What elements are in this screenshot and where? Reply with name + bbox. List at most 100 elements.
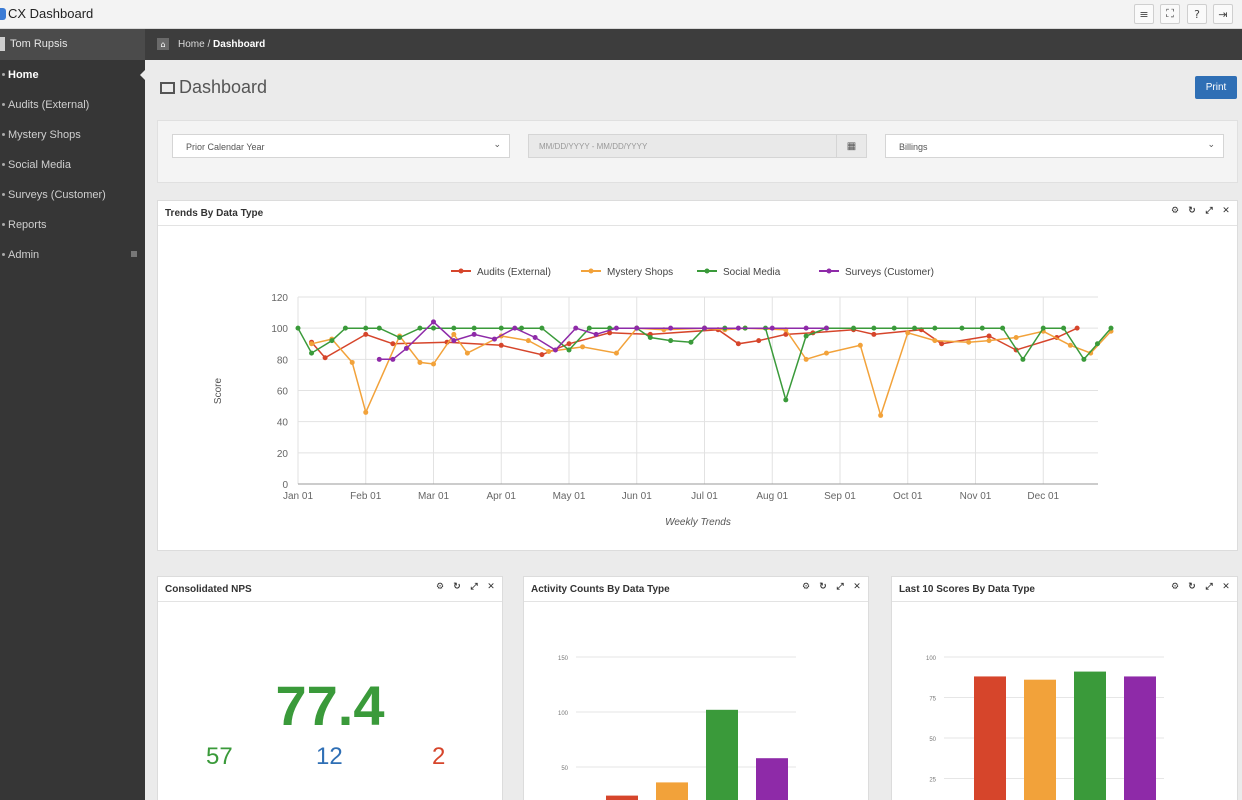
chevron-down-icon: ⌄ [493, 140, 501, 150]
calendar-icon[interactable]: ▦ [836, 135, 866, 157]
data-point [586, 325, 592, 331]
sidebar-item-label: Social Media [8, 159, 71, 171]
panel-header: Consolidated NPS ⚙ ↻ ⤢ ✕ [158, 577, 502, 602]
date-range-input[interactable]: MM/DD/YYYY - MM/DD/YYYY ▦ [528, 134, 867, 158]
expand-icon[interactable]: ⤢ [835, 582, 845, 594]
last10-panel: Last 10 Scores By Data Type ⚙ ↻ ⤢ ✕ 25 50… [891, 576, 1238, 800]
sidebar-item-surveys[interactable]: Surveys (Customer) [0, 180, 145, 210]
legend-marker [458, 268, 464, 274]
y-tick-label: 50 [929, 737, 936, 743]
menu-icon[interactable]: ≡ [1134, 4, 1154, 24]
refresh-icon[interactable]: ↻ [1187, 206, 1197, 218]
print-button[interactable]: Print [1195, 76, 1237, 99]
legend-label: Social Media [723, 267, 781, 278]
app-icon [0, 8, 6, 20]
data-point [363, 325, 369, 331]
breadcrumb-home-link[interactable]: Home [178, 39, 205, 50]
bar [656, 782, 688, 800]
home-icon[interactable]: ⌂ [157, 38, 169, 50]
data-point [1020, 356, 1026, 362]
bullet-icon [2, 103, 5, 106]
data-point [403, 345, 409, 351]
sidebar-item-reports[interactable]: Reports [0, 210, 145, 240]
nps-score: 77.4 [275, 674, 385, 737]
y-tick-label: 150 [558, 656, 569, 662]
breadcrumb-separator: / [204, 39, 214, 50]
breadcrumb-bar: ⌂ Home / Dashboard [145, 29, 1242, 60]
x-tick-label: May 01 [553, 491, 586, 502]
data-point [857, 342, 863, 348]
refresh-icon[interactable]: ↻ [818, 582, 828, 594]
data-point [451, 338, 457, 344]
location-select-value: Billings [899, 142, 928, 152]
sidebar-item-social-media[interactable]: Social Media [0, 150, 145, 180]
chevron-down-icon: ⌄ [1207, 140, 1215, 150]
refresh-icon[interactable]: ↻ [1187, 582, 1197, 594]
data-point [546, 349, 552, 355]
panel-header: Activity Counts By Data Type ⚙ ↻ ⤢ ✕ [524, 577, 868, 602]
sidebar-item-label: Surveys (Customer) [8, 189, 106, 201]
y-tick-label: 0 [282, 480, 288, 491]
data-point [397, 335, 403, 341]
refresh-icon[interactable]: ↻ [452, 582, 462, 594]
y-tick-label: 120 [271, 293, 288, 304]
x-axis-label: Weekly Trends [665, 517, 731, 528]
data-point [939, 341, 945, 347]
data-point [309, 341, 315, 347]
panel-tools: ⚙ ↻ ⤢ ✕ [1170, 582, 1231, 594]
expand-icon[interactable]: ⤢ [1204, 582, 1214, 594]
settings-icon[interactable]: ⚙ [435, 582, 445, 594]
legend-marker [826, 268, 832, 274]
close-icon[interactable]: ✕ [1221, 206, 1231, 218]
data-point [668, 325, 674, 331]
data-point [783, 397, 789, 403]
data-point [1081, 356, 1087, 362]
bullet-icon [2, 133, 5, 136]
bar [1074, 671, 1106, 800]
passives-count: 12 [316, 743, 343, 770]
data-point [566, 341, 572, 347]
settings-icon[interactable]: ⚙ [801, 582, 811, 594]
data-point [634, 325, 640, 331]
location-select[interactable]: Billings ⌄ [885, 134, 1224, 158]
data-point [878, 412, 884, 418]
data-point [986, 338, 992, 344]
close-icon[interactable]: ✕ [852, 582, 862, 594]
panel-tools: ⚙ ↻ ⤢ ✕ [435, 582, 496, 594]
bullet-icon [2, 73, 5, 76]
data-point [756, 338, 762, 344]
page-title: Dashboard [160, 77, 267, 98]
sidebar-item-admin[interactable]: Admin [0, 240, 145, 270]
sidebar-user[interactable]: Tom Rupsis [0, 29, 145, 60]
panel-tools: ⚙ ↻ ⤢ ✕ [801, 582, 862, 594]
settings-icon[interactable]: ⚙ [1170, 206, 1180, 218]
y-tick-label: 20 [277, 449, 289, 460]
x-tick-label: Jul 01 [691, 491, 718, 502]
data-point [512, 325, 518, 331]
nps-panel: Consolidated NPS ⚙ ↻ ⤢ ✕ 77.4 57 12 2 [157, 576, 503, 800]
expand-icon[interactable]: ⤢ [1204, 206, 1214, 218]
panel-title: Last 10 Scores By Data Type [899, 584, 1035, 595]
close-icon[interactable]: ✕ [1221, 582, 1231, 594]
data-point [417, 325, 423, 331]
settings-icon[interactable]: ⚙ [1170, 582, 1180, 594]
data-point [871, 331, 877, 337]
close-icon[interactable]: ✕ [486, 582, 496, 594]
sidebar: Tom Rupsis Home Audits (External) Myster… [0, 29, 146, 800]
fullscreen-icon[interactable]: ⛶ [1160, 4, 1180, 24]
data-point [431, 361, 436, 367]
sidebar-item-audits[interactable]: Audits (External) [0, 90, 145, 120]
period-select[interactable]: Prior Calendar Year ⌄ [172, 134, 510, 158]
data-point [979, 325, 985, 331]
panel-title: Activity Counts By Data Type [531, 584, 670, 595]
logout-icon[interactable]: ⇥ [1213, 4, 1233, 24]
expand-icon[interactable]: ⤢ [469, 582, 479, 594]
panel-header: Last 10 Scores By Data Type ⚙ ↻ ⤢ ✕ [892, 577, 1237, 602]
x-tick-label: Jun 01 [622, 491, 652, 502]
bar [606, 795, 638, 800]
sidebar-item-label: Home [8, 69, 39, 81]
help-icon[interactable]: ? [1187, 4, 1207, 24]
sidebar-item-mystery-shops[interactable]: Mystery Shops [0, 120, 145, 150]
activity-panel: Activity Counts By Data Type ⚙ ↻ ⤢ ✕ 50 1… [523, 576, 869, 800]
sidebar-item-home[interactable]: Home [0, 60, 146, 90]
